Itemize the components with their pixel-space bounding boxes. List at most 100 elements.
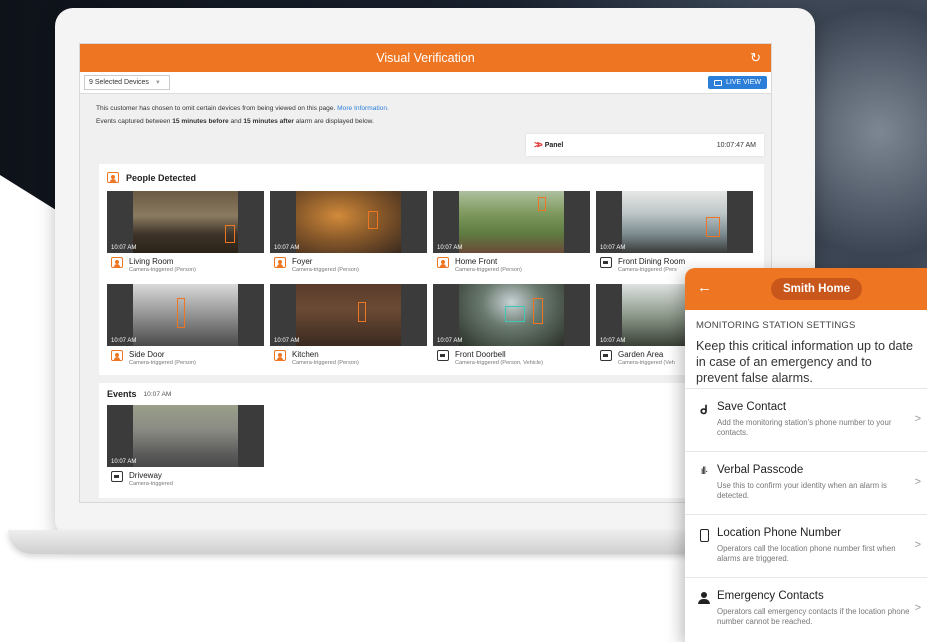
- tile-trigger: Camera-triggered (Person): [455, 267, 522, 273]
- events-title-row: Events 10:07 AM: [107, 389, 171, 399]
- device-select[interactable]: 9 Selected Devices ▼: [84, 75, 170, 90]
- events-time: 10:07 AM: [143, 390, 172, 398]
- events-section: Events 10:07 AM 10:07 AM Driveway Camera…: [99, 383, 764, 498]
- panel-event-row[interactable]: >> Panel 10:07:47 AM: [526, 134, 764, 156]
- video-icon: [713, 79, 722, 86]
- notice-and: and: [228, 118, 244, 125]
- settings-description: Keep this critical information up to dat…: [696, 339, 914, 385]
- thumbnail-time: 10:07 AM: [111, 459, 137, 465]
- chevron-right-icon: >: [914, 413, 921, 425]
- home-title[interactable]: Smith Home: [771, 278, 863, 300]
- waveform-icon: ıll·: [700, 466, 709, 477]
- panel-label-group: >> Panel: [534, 140, 563, 151]
- camera-tile-side-door[interactable]: 10:07 AM Side Door Camera-triggered (Per…: [107, 284, 264, 366]
- camera-thumbnail[interactable]: 10:07 AM: [433, 191, 590, 253]
- camera-thumbnail[interactable]: 10:07 AM: [107, 284, 264, 346]
- device-select-label: 9 Selected Devices: [89, 79, 149, 86]
- notice-line-2a: Events captured between: [96, 118, 173, 125]
- toolbar: 9 Selected Devices ▼ LIVE VIEW: [80, 72, 771, 94]
- page-title: Visual Verification: [376, 51, 475, 65]
- item-description: Operators call emergency contacts if the…: [717, 607, 910, 626]
- people-detected-section: People Detected 10:07 AM Living Room Cam…: [99, 164, 764, 375]
- tile-name: Side Door: [129, 350, 165, 359]
- camera-thumbnail[interactable]: 10:07 AM: [270, 191, 427, 253]
- live-view-button[interactable]: LIVE VIEW: [707, 76, 767, 89]
- thumbnail-time: 10:07 AM: [437, 338, 463, 344]
- notice-line-1: This customer has chosen to omit certain…: [96, 105, 336, 112]
- item-description: Add the monitoring station's phone numbe…: [717, 418, 892, 437]
- chevron-down-icon: ▼: [154, 79, 161, 86]
- person-icon: [274, 350, 286, 361]
- save-contact-item[interactable]: ᑯ Save Contact Add the monitoring statio…: [685, 388, 927, 451]
- item-title: Location Phone Number: [717, 527, 842, 539]
- back-arrow-icon[interactable]: ←: [697, 279, 712, 296]
- camera-thumbnail[interactable]: 10:07 AM: [270, 284, 427, 346]
- tile-trigger: Camera-triggered: [129, 481, 173, 487]
- verbal-passcode-item[interactable]: ıll· Verbal Passcode Use this to confirm…: [685, 451, 927, 514]
- marketing-stage: Visual Verification ↻ 9 Selected Devices…: [0, 0, 927, 642]
- person-icon: [111, 350, 123, 361]
- location-phone-number-item[interactable]: Location Phone Number Operators call the…: [685, 514, 927, 577]
- phone-settings-panel: ← Smith Home MONITORING STATION SETTINGS…: [685, 268, 927, 642]
- item-description: Operators call the location phone number…: [717, 544, 896, 563]
- camera-tile-foyer[interactable]: 10:07 AM Foyer Camera-triggered (Person): [270, 191, 427, 273]
- camera-tile-front-doorbell[interactable]: 10:07 AM Front Doorbell Camera-triggered…: [433, 284, 590, 366]
- tile-name: Living Room: [129, 257, 174, 266]
- tile-trigger: Camera-triggered (Person): [292, 267, 359, 273]
- tile-name: Driveway: [129, 471, 162, 480]
- camera-thumbnail[interactable]: 10:07 AM: [107, 191, 264, 253]
- camera-icon: [437, 350, 449, 361]
- camera-thumbnail[interactable]: 10:07 AM: [433, 284, 590, 346]
- tile-trigger: Camera-triggered (Person): [292, 360, 359, 366]
- person-detected-icon: [107, 172, 119, 183]
- panel-icon: >>: [534, 139, 543, 151]
- tile-name: Front Dining Room: [618, 257, 686, 266]
- camera-tile-front-dining-room[interactable]: 10:07 AM Front Dining Room Camera-trigge…: [596, 191, 753, 273]
- thumbnail-time: 10:07 AM: [111, 245, 137, 251]
- notice-text: This customer has chosen to omit certain…: [80, 94, 771, 128]
- camera-tile-home-front[interactable]: 10:07 AM Home Front Camera-triggered (Pe…: [433, 191, 590, 273]
- camera-thumbnail[interactable]: 10:07 AM: [596, 191, 753, 253]
- camera-tile-kitchen[interactable]: 10:07 AM Kitchen Camera-triggered (Perso…: [270, 284, 427, 366]
- refresh-icon[interactable]: ↻: [750, 50, 761, 66]
- person-icon: [697, 592, 711, 607]
- thumbnail-time: 10:07 AM: [437, 245, 463, 251]
- live-view-label: LIVE VIEW: [725, 79, 761, 86]
- tile-trigger: Camera-triggered (Pers: [618, 267, 677, 273]
- item-description: Use this to confirm your identity when a…: [717, 481, 887, 500]
- settings-list: ᑯ Save Contact Add the monitoring statio…: [685, 388, 927, 640]
- panel-label: Panel: [544, 141, 564, 149]
- thumbnail-time: 10:07 AM: [274, 338, 300, 344]
- phone-header: ← Smith Home: [685, 268, 927, 310]
- item-title: Verbal Passcode: [717, 464, 804, 476]
- chevron-right-icon: >: [914, 476, 921, 488]
- tile-trigger: Camera-triggered (Person): [129, 360, 196, 366]
- item-title: Emergency Contacts: [717, 590, 824, 602]
- person-icon: [274, 257, 286, 268]
- tile-name: Garden Area: [618, 350, 664, 359]
- panel-time: 10:07:47 AM: [716, 141, 756, 149]
- camera-tile-driveway[interactable]: 10:07 AM Driveway Camera-triggered: [107, 405, 264, 487]
- phone-icon: [697, 529, 711, 545]
- emergency-contacts-item[interactable]: Emergency Contacts Operators call emerge…: [685, 577, 927, 640]
- app-header: Visual Verification ↻: [80, 44, 771, 72]
- chevron-right-icon: >: [914, 539, 921, 551]
- people-detected-title: People Detected: [126, 172, 197, 183]
- thumbnail-time: 10:07 AM: [274, 245, 300, 251]
- camera-icon: [111, 471, 123, 482]
- section-title: People Detected: [107, 172, 196, 183]
- thumbnail-time: 10:07 AM: [111, 338, 137, 344]
- tile-name: Foyer: [292, 257, 313, 266]
- tile-name: Kitchen: [292, 350, 319, 359]
- camera-tile-living-room[interactable]: 10:07 AM Living Room Camera-triggered (P…: [107, 191, 264, 273]
- item-title: Save Contact: [717, 401, 787, 413]
- thumbnail-time: 10:07 AM: [600, 245, 626, 251]
- settings-heading: MONITORING STATION SETTINGS: [696, 320, 856, 331]
- tile-trigger: Camera-triggered (Person): [129, 267, 196, 273]
- more-information-link[interactable]: More Information.: [337, 105, 389, 112]
- tile-name: Front Doorbell: [455, 350, 506, 359]
- tile-name: Home Front: [455, 257, 498, 266]
- camera-thumbnail[interactable]: 10:07 AM: [107, 405, 264, 467]
- tile-trigger: Camera-triggered (Veh: [618, 360, 675, 366]
- visual-verification-screen: Visual Verification ↻ 9 Selected Devices…: [79, 43, 772, 503]
